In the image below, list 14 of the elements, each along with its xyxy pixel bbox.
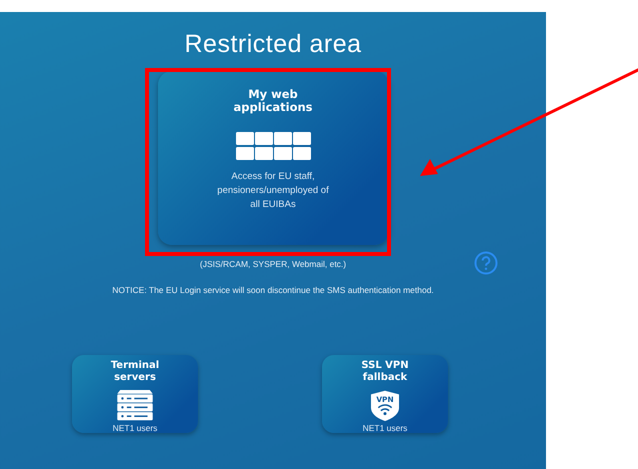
notice-text: NOTICE: The EU Login service will soon discontinue the SMS authentication method.	[112, 285, 434, 295]
service-tile[interactable]: Terminal servers NET1 users	[72, 355, 198, 433]
tile-subtitle: NET1 users	[112, 423, 158, 433]
service-tile[interactable]: SSL VPN fallback VPN NET1 users	[322, 355, 448, 433]
app-grid-icon	[236, 132, 310, 160]
tile-title: SSL VPN fallback	[360, 360, 410, 384]
web-applications-card[interactable]: My web applications Access for EU staff, pensioners/unemployed of all EUIBAs	[158, 71, 388, 245]
applications-caption: (JSIS/RCAM, SYSPER, Webmail, etc.)	[200, 259, 346, 269]
card-title: My web applications	[232, 88, 314, 114]
card-description: Access for EU staff, pensioners/unemployed of all EUIBAs	[217, 170, 329, 212]
help-icon[interactable]	[474, 251, 498, 275]
tile-subtitle: NET1 users	[362, 423, 408, 433]
page-title: Restricted area	[184, 30, 362, 59]
tile-title: Terminal servers	[110, 360, 160, 384]
